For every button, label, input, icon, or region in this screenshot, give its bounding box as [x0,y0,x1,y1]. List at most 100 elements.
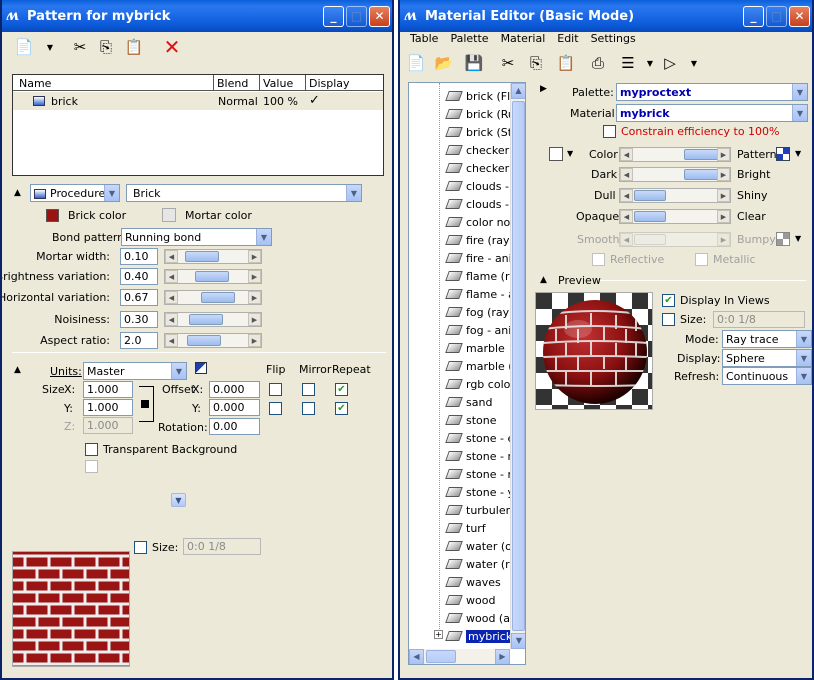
maximize-button[interactable]: □ [346,5,367,27]
vertical-scrollbar[interactable]: ▲ ▼ [510,83,525,649]
tree-item[interactable]: checker l [445,141,516,159]
shininess-slider[interactable]: ◀ ▶ [619,188,731,203]
minimize-button[interactable]: _ [743,5,764,27]
tree-expand-icon[interactable]: + [434,630,443,639]
tree-item[interactable]: turf [445,519,486,537]
menu-material[interactable]: Material [501,32,546,48]
tree-item[interactable]: marble [445,339,505,357]
size-x-field[interactable]: 1.000 [83,381,133,398]
display-combo[interactable]: Sphere ▼ [722,349,812,367]
col-blend[interactable]: Blend [217,77,248,90]
expand-triangle-icon[interactable]: ▶ [540,84,547,94]
horizontal-scrollbar[interactable]: ◀ ▶ [409,649,510,664]
tree-item[interactable]: brick (Fle [445,87,517,105]
color-slider[interactable]: ◀ ▶ [619,147,731,162]
chevron-down-icon[interactable]: ▼ [40,37,60,57]
transparency-slider[interactable]: ◀ ▶ [619,209,731,224]
paste-icon[interactable]: 📋 [124,37,144,57]
menu-settings[interactable]: Settings [591,32,636,48]
brick-color-swatch[interactable] [46,209,59,222]
pattern-map-icon[interactable] [776,147,790,161]
collapse-triangle-icon[interactable]: ▲ [540,275,547,285]
mortar-color-swatch[interactable] [162,208,176,222]
open-folder-icon[interactable]: 📂 [434,53,454,73]
table-row[interactable]: brick Normal 100 % ✓ [13,92,383,110]
param-field[interactable]: 2.0 [120,332,158,349]
flip-x-checkbox[interactable] [269,383,282,396]
brightness-slider[interactable]: ◀ ▶ [619,167,731,182]
chevron-down-icon[interactable]: ▼ [640,53,660,73]
transparent-bg-checkbox[interactable] [85,443,98,456]
units-combo[interactable]: Master ▼ [83,362,187,380]
mirror-y-checkbox[interactable] [302,402,315,415]
mirror-x-checkbox[interactable] [302,383,315,396]
flip-y-checkbox[interactable] [269,402,282,415]
param-field[interactable]: 0.40 [120,268,158,285]
menu-edit[interactable]: Edit [557,32,578,48]
close-button[interactable]: ✕ [369,5,390,27]
procedure-combo[interactable]: Procedure ▼ [30,184,120,202]
refresh-combo[interactable]: Continuous ▼ [722,367,812,385]
tree-item[interactable]: clouds - v [445,195,519,213]
tree-item[interactable]: color nois [445,213,519,231]
tree-item[interactable]: wood [445,591,495,609]
tree-item[interactable]: water (op [445,537,519,555]
layers-icon[interactable]: ☰ [618,53,638,73]
material-tree[interactable]: brick (Fle brick (Ru brick (Sta checker l ch… [408,82,526,665]
save-icon[interactable]: 💾 [464,53,484,73]
param-slider[interactable]: ◀ ▶ [164,312,262,327]
apply-arrow-icon[interactable]: ▷ [660,53,680,73]
tree-item[interactable]: brick (Ru [445,105,515,123]
maximize-button[interactable]: □ [766,5,787,27]
preview-size-checkbox[interactable] [662,313,675,326]
param-slider[interactable]: ◀ ▶ [164,249,262,264]
tree-item[interactable]: brick (Sta [445,123,519,141]
tree-item[interactable]: waves [445,573,501,591]
chevron-down-icon[interactable]: ▼ [684,53,704,73]
bond-pattern-combo[interactable]: Running bond ▼ [121,228,272,246]
minimize-button[interactable]: _ [323,5,344,27]
tree-item[interactable]: sand [445,393,492,411]
param-field[interactable]: 0.30 [120,311,158,328]
chevron-down-icon[interactable]: ▼ [567,149,573,158]
collapse-triangle-icon[interactable]: ▲ [14,188,21,198]
new-icon[interactable]: 📄 [406,53,426,73]
param-slider[interactable]: ◀ ▶ [164,290,262,305]
row-display[interactable]: ✓ [309,93,320,108]
bump-map-icon[interactable] [776,232,790,246]
offset-y-field[interactable]: 0.000 [209,399,260,416]
menu-table[interactable]: Table [410,32,438,48]
repeat-x-checkbox[interactable]: ✔ [335,383,348,396]
tree-item[interactable]: rgb color [445,375,515,393]
chevron-down-icon[interactable]: ▼ [795,149,801,158]
copy-icon[interactable]: ⎘ [96,37,116,57]
close-button[interactable]: ✕ [789,5,810,27]
cut-icon[interactable]: ✂ [498,53,518,73]
color-swatch[interactable] [549,147,563,161]
param-slider[interactable]: ◀ ▶ [164,333,262,348]
tree-item[interactable]: turbulenc [445,501,519,519]
col-value[interactable]: Value [263,77,293,90]
param-field[interactable]: 0.10 [120,248,158,265]
material-combo[interactable]: mybrick ▼ [616,104,808,122]
tree-item-selected[interactable]: mybrick [445,627,515,645]
tree-item[interactable]: flame - ar [445,285,519,303]
expand-chevron-icon[interactable]: ▼ [171,493,186,507]
paste-icon[interactable]: 📋 [556,53,576,73]
assign-icon[interactable]: ⎙ [588,53,608,73]
display-in-views-checkbox[interactable]: ✔ [662,294,675,307]
param-slider[interactable]: ◀ ▶ [164,269,262,284]
cut-icon[interactable]: ✂ [70,37,90,57]
col-name[interactable]: Name [19,77,51,90]
preview-size-checkbox[interactable] [134,541,147,554]
delete-icon[interactable]: ✕ [162,35,182,59]
chevron-down-icon[interactable]: ▼ [795,234,801,243]
pattern-titlebar[interactable]: ʍ Pattern for mybrick _ □ ✕ [2,0,392,32]
tree-item[interactable]: stone - re [445,465,519,483]
copy-icon[interactable]: ⎘ [526,53,546,73]
units-lock-icon[interactable] [195,362,207,374]
new-icon[interactable]: 📄 [14,37,34,57]
rotation-field[interactable]: 0.00 [209,418,260,435]
brick-combo[interactable]: Brick ▼ [126,184,362,202]
tree-item[interactable]: checker l [445,159,516,177]
